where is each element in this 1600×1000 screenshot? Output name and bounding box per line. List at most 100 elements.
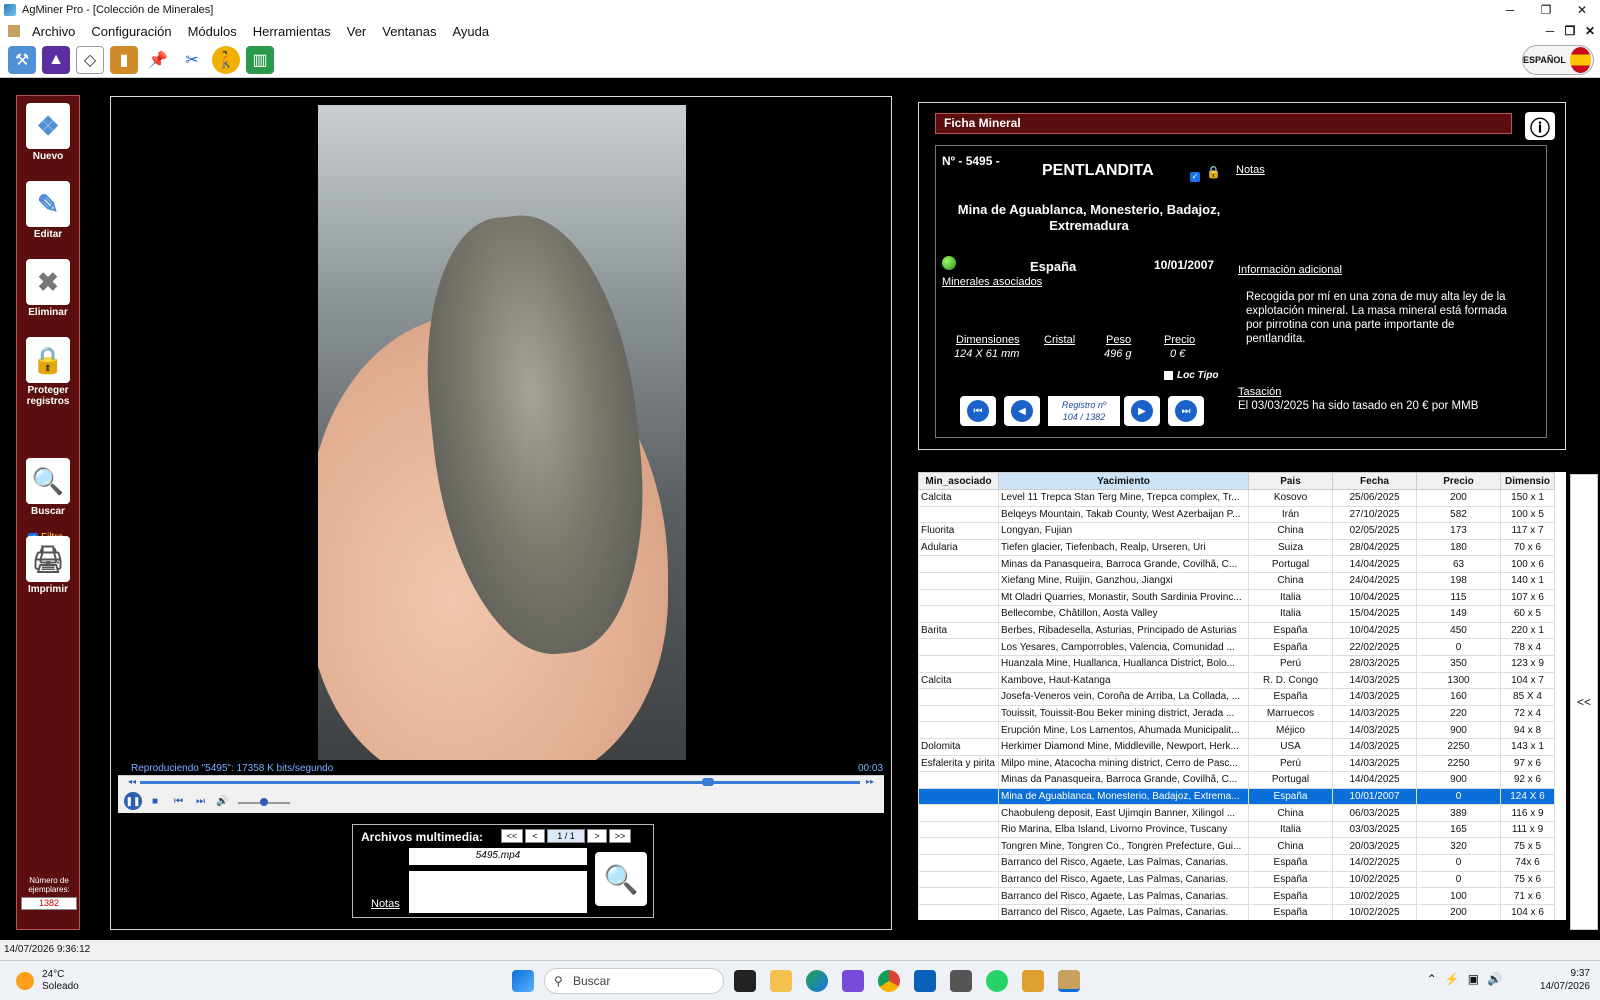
taskbar-search[interactable]: ⚲ Buscar: [544, 968, 724, 994]
name-checkbox[interactable]: ✓: [1190, 168, 1200, 182]
menu-ventanas[interactable]: Ventanas: [374, 24, 444, 39]
column-header-1[interactable]: Yacimiento: [998, 472, 1249, 490]
table-row[interactable]: Dolomita Herkimer Diamond Mine, Middlevil…: [918, 737, 1555, 756]
menu-herramientas[interactable]: Herramientas: [245, 24, 339, 39]
stats-tool-icon[interactable]: ▮: [110, 45, 138, 74]
media-notes-field[interactable]: [409, 871, 587, 913]
zoom-add-icon[interactable]: 🔍: [595, 852, 647, 906]
maximize-button[interactable]: ❐: [1528, 0, 1564, 20]
table-row[interactable]: Touissit, Touissit-Bou Beker mining dist…: [918, 704, 1555, 723]
next-icon[interactable]: ⏭: [196, 796, 205, 807]
mdi-child-icon[interactable]: [8, 25, 20, 37]
table-row[interactable]: Barranco del Risco, Agaete, Las Palmas, …: [918, 854, 1555, 872]
media-first-button[interactable]: <<: [501, 829, 523, 843]
mdi-close-button[interactable]: ✕: [1580, 20, 1600, 42]
language-button[interactable]: ESPAÑOL: [1522, 45, 1594, 75]
column-header-0[interactable]: Min_asociado: [918, 472, 999, 490]
crystal-tool-icon[interactable]: ◇: [76, 45, 104, 74]
file-explorer-icon[interactable]: [770, 970, 792, 992]
table-row[interactable]: Barranco del Risco, Agaete, Las Palmas, …: [918, 903, 1555, 920]
additional-info-link[interactable]: Información adicional: [1238, 264, 1342, 276]
column-header-2[interactable]: Pais: [1248, 472, 1333, 490]
system-tray[interactable]: ⌃⚡▣🔊: [1427, 972, 1510, 986]
menu-ayuda[interactable]: Ayuda: [444, 24, 497, 39]
specimen-video-frame[interactable]: [318, 105, 686, 760]
close-button[interactable]: ✕: [1564, 0, 1600, 20]
taskbar-clock[interactable]: 9:37 14/07/2026: [1540, 967, 1590, 993]
windows-start-icon[interactable]: [512, 970, 534, 992]
menu-configuracion[interactable]: Configuración: [83, 24, 179, 39]
notes-link[interactable]: Notas: [1236, 164, 1265, 176]
print-button[interactable]: 🖨 Imprimir: [25, 536, 71, 595]
edge-icon[interactable]: [806, 970, 828, 992]
lock-icon[interactable]: 🔒: [1206, 165, 1221, 179]
gallery-tool-icon[interactable]: ▲: [42, 45, 70, 74]
loc-tipo-checkbox[interactable]: Loc Tipo: [1164, 370, 1218, 381]
table-row[interactable]: Calcita Level 11 Trepca Stan Terg Mine, T…: [918, 489, 1555, 507]
minerals-tool-icon[interactable]: ⚒: [8, 45, 36, 74]
table-row[interactable]: Chaobuleng deposit, East Ujimqin Banner,…: [918, 804, 1555, 822]
whatsapp-icon[interactable]: [986, 970, 1008, 992]
chrome-icon[interactable]: [878, 970, 900, 992]
prev-record-button[interactable]: ◀: [1004, 396, 1040, 426]
delete-button[interactable]: ✖ Eliminar: [25, 259, 71, 318]
task-view-icon[interactable]: [734, 970, 756, 992]
associated-minerals-link[interactable]: Minerales asociados: [942, 276, 1042, 288]
table-row[interactable]: Mina de Aguablanca, Monesterio, Badajoz,…: [918, 787, 1555, 806]
menu-archivo[interactable]: Archivo: [24, 24, 83, 39]
mdi-restore-button[interactable]: ❐: [1560, 20, 1580, 42]
column-header-4[interactable]: Precio: [1416, 472, 1501, 490]
media-last-button[interactable]: >>: [609, 829, 631, 843]
media-notes-label[interactable]: Notas: [371, 898, 400, 910]
table-row[interactable]: Erupción Mine, Los Lamentos, Ahumada Mun…: [918, 721, 1555, 739]
menu-ver[interactable]: Ver: [339, 24, 375, 39]
volume-icon[interactable]: 🔊: [216, 796, 228, 807]
column-header-5[interactable]: Dimensio: [1500, 472, 1555, 490]
seek-handle[interactable]: [701, 778, 714, 786]
rewind-icon[interactable]: ◂◂: [128, 777, 136, 786]
table-row[interactable]: Bellecombe, Châtillon, Aosta Valley Itali…: [918, 605, 1555, 623]
table-row[interactable]: Huanzala Mine, Huallanca, Huallanca Dist…: [918, 654, 1555, 673]
agminer-taskbar-icon[interactable]: [1058, 970, 1080, 992]
snipping-tool-icon[interactable]: [842, 970, 864, 992]
media-filename[interactable]: 5495.mp4: [409, 848, 587, 865]
volume-handle[interactable]: [260, 798, 268, 806]
next-record-button[interactable]: ▶: [1124, 396, 1160, 426]
table-row[interactable]: Belqeys Mountain, Takab County, West Aze…: [918, 505, 1555, 524]
stop-icon[interactable]: ■: [152, 796, 158, 807]
specimen-grid[interactable]: Min_asociado Yacimiento Pais Fecha Precio Dim…: [918, 472, 1566, 920]
tools-tool-icon[interactable]: ✂: [178, 45, 206, 74]
weather-widget[interactable]: 24°C Soleado: [16, 969, 79, 993]
media-prev-button[interactable]: <: [525, 829, 545, 843]
search-button[interactable]: 🔍 Buscar: [25, 458, 71, 517]
table-row[interactable]: Mt Oladri Quarries, Monastir, South Sard…: [918, 588, 1555, 607]
previous-icon[interactable]: ⏮: [174, 796, 183, 807]
edit-button[interactable]: ✎ Editar: [25, 181, 71, 240]
table-row[interactable]: Barranco del Risco, Agaete, Las Palmas, …: [918, 887, 1555, 905]
minimize-button[interactable]: ─: [1492, 0, 1528, 20]
column-header-3[interactable]: Fecha: [1332, 472, 1417, 490]
table-row[interactable]: Adularia Tiefen glacier, Tiefenbach, Real…: [918, 538, 1555, 557]
seek-track[interactable]: [140, 781, 860, 784]
table-row[interactable]: Los Yesares, Camporrobles, Valencia, Com…: [918, 638, 1555, 656]
table-row[interactable]: Esfalerita y pirita Milpo mine, Atacocha …: [918, 754, 1555, 773]
new-button[interactable]: ❖ Nuevo: [25, 103, 71, 162]
pause-button[interactable]: ❚❚: [124, 792, 142, 810]
table-row[interactable]: Josefa-Veneros vein, Coroña de Arriba, L…: [918, 688, 1555, 706]
calculator-icon[interactable]: [950, 970, 972, 992]
table-row[interactable]: Fluorita Longyan, Fujian China 02/05/2025 17…: [918, 522, 1555, 540]
hiker-tool-icon[interactable]: 🚶: [212, 45, 240, 74]
info-icon[interactable]: ⓘ: [1525, 112, 1555, 140]
table-row[interactable]: Calcita Kambove, Haut-Katanga R. D. Congo 1…: [918, 671, 1555, 690]
collapse-panel-button[interactable]: <<: [1570, 474, 1598, 930]
media-next-button[interactable]: >: [587, 829, 607, 843]
menu-modulos[interactable]: Módulos: [180, 24, 245, 39]
table-row[interactable]: Barranco del Risco, Agaete, Las Palmas, …: [918, 870, 1555, 889]
forward-icon[interactable]: ▸▸: [866, 777, 874, 786]
last-record-button[interactable]: ⏭: [1168, 396, 1204, 426]
table-row[interactable]: Barita Berbes, Ribadesella, Asturias, Pri…: [918, 621, 1555, 640]
books-tool-icon[interactable]: ▥: [246, 45, 274, 74]
table-row[interactable]: Minas da Panasqueira, Barroca Grande, Co…: [918, 771, 1555, 789]
protect-records-button[interactable]: 🔒 Proteger registros: [25, 337, 71, 407]
first-record-button[interactable]: ⏮: [960, 396, 996, 426]
